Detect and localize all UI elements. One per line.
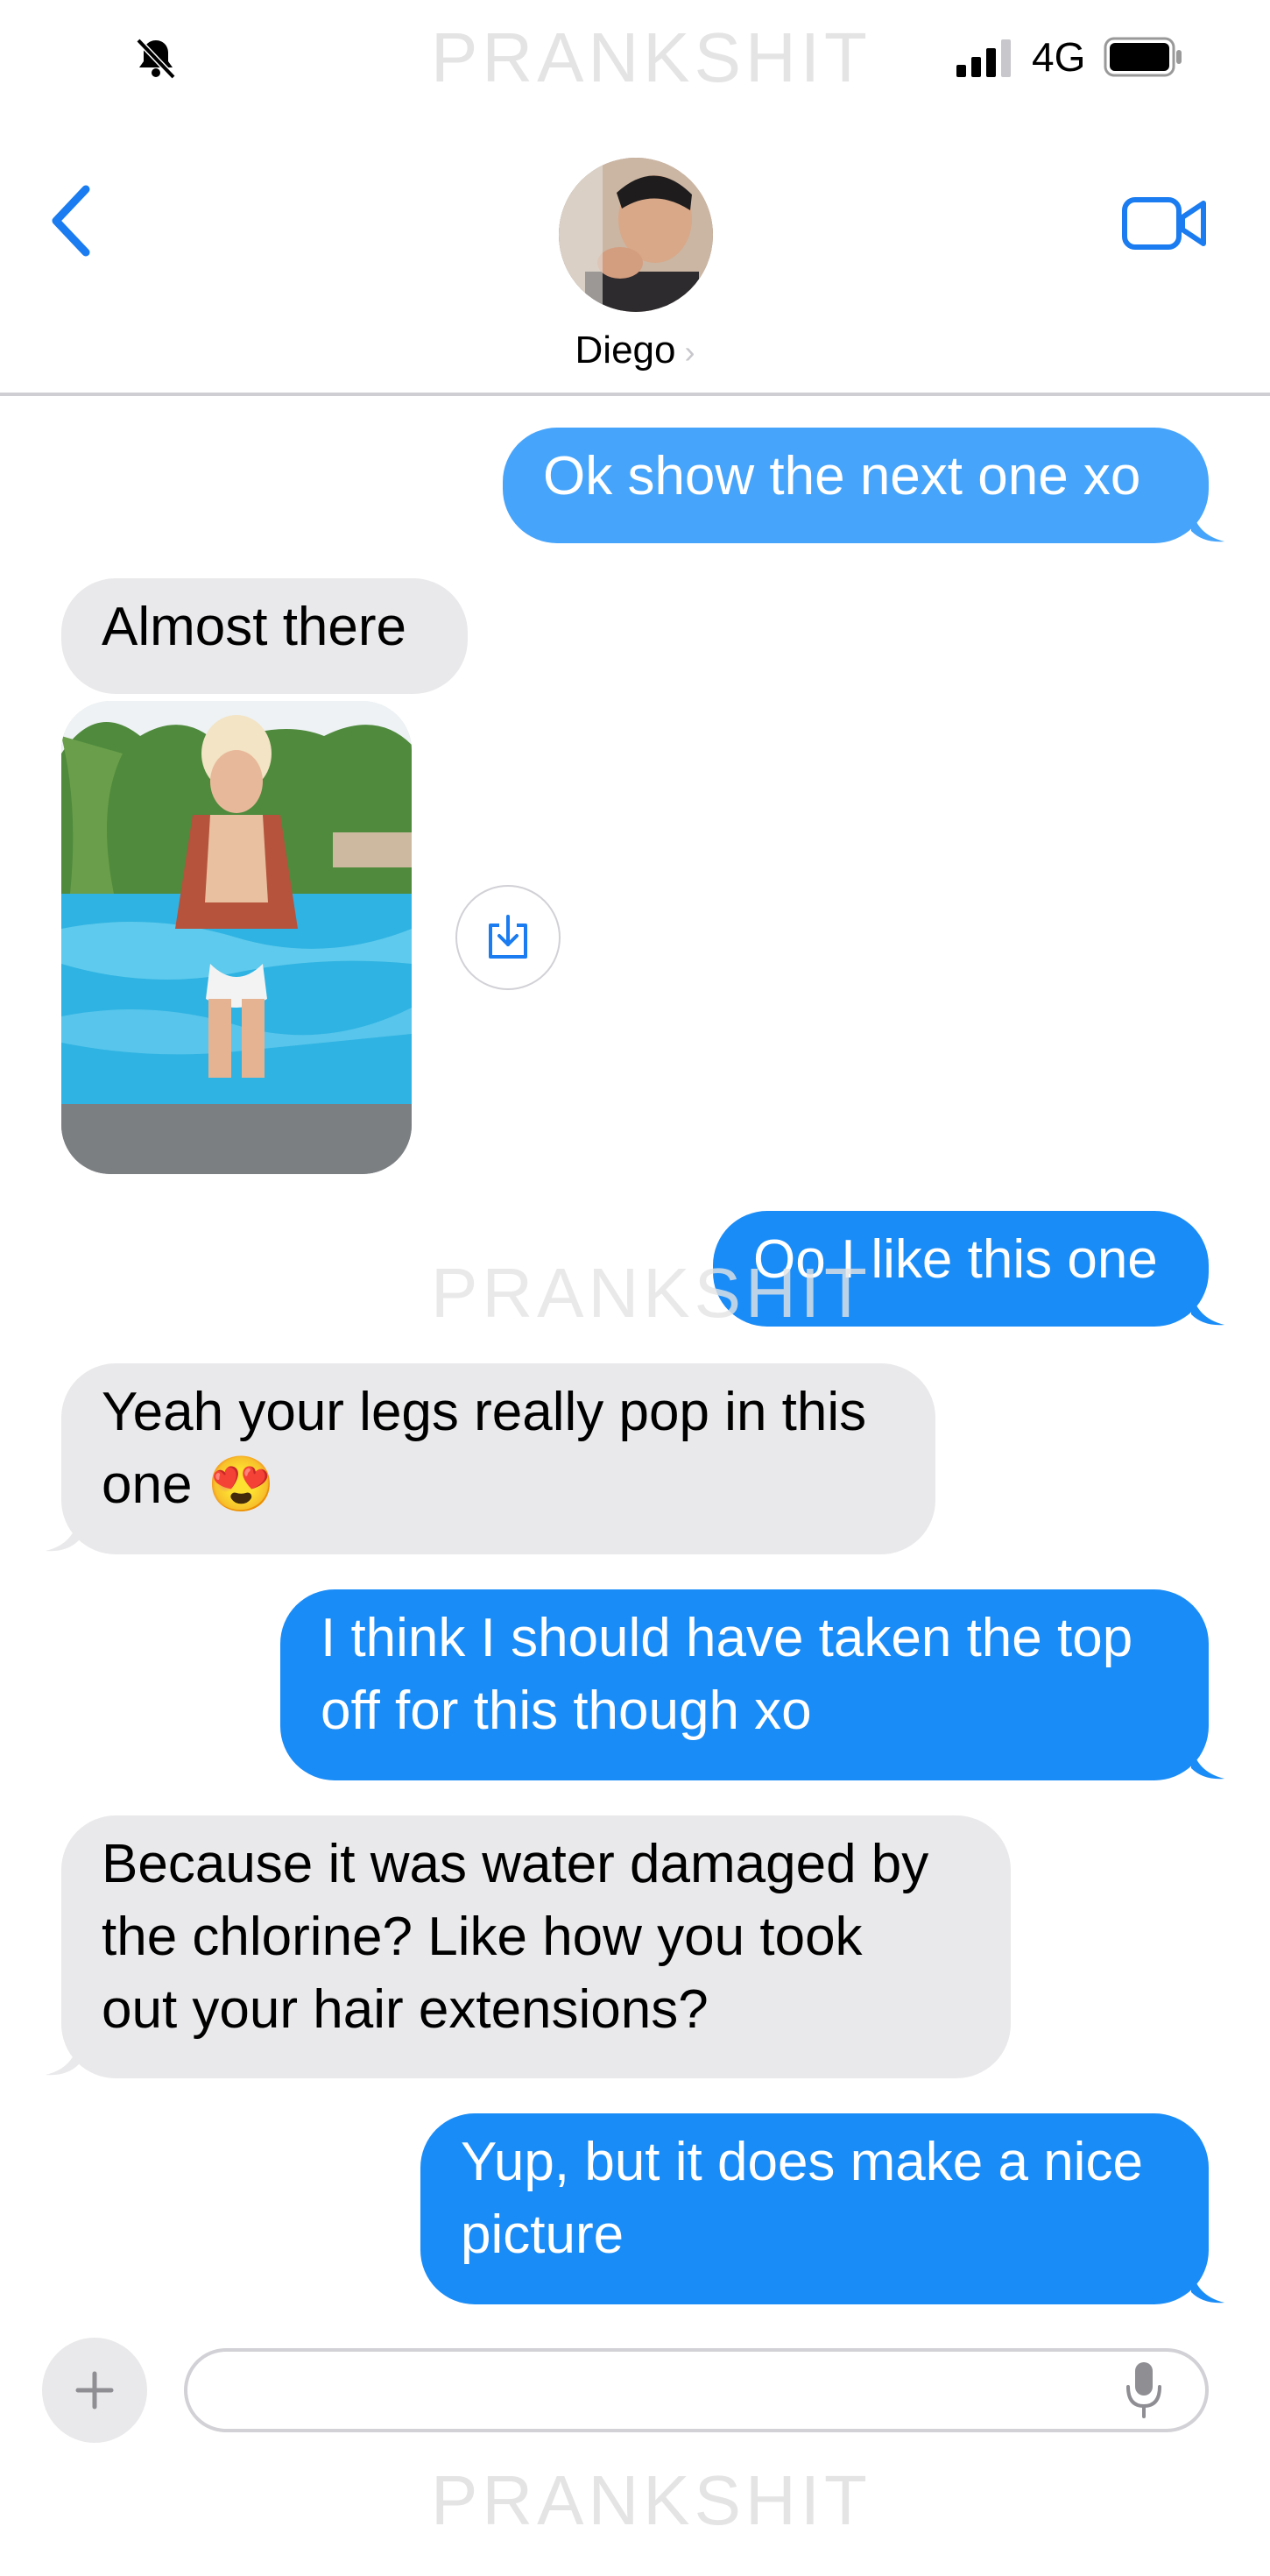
conversation-header: Diego ›: [0, 114, 1270, 396]
bell-slash-icon: [136, 38, 176, 80]
watermark-top: PRANKSHIT: [431, 18, 871, 96]
message-bubble-received[interactable]: Because it was water damaged by the chlo…: [61, 1815, 1011, 2078]
message-bubble-sent[interactable]: Yup, but it does make a nice picture: [420, 2113, 1209, 2304]
avatar[interactable]: [559, 158, 713, 312]
bubble-tail: [1191, 2266, 1224, 2304]
signal-icon: [956, 39, 1011, 77]
message-bubble-received[interactable]: Almost there: [61, 578, 468, 694]
save-download-icon: [489, 915, 527, 959]
back-chevron-icon[interactable]: [49, 184, 93, 258]
save-photo-button[interactable]: [455, 885, 561, 990]
video-camera-icon[interactable]: [1121, 195, 1209, 252]
bubble-tail: [46, 2038, 79, 2076]
watermark-middle: PRANKSHIT: [431, 1254, 871, 1332]
microphone-icon[interactable]: [1125, 2360, 1163, 2420]
bubble-tail: [1191, 505, 1224, 542]
bubble-tail: [1191, 1742, 1224, 1780]
status-bar: PRANKSHIT 4G: [0, 0, 1270, 114]
photo-attachment[interactable]: [61, 701, 412, 1174]
message-bubble-received[interactable]: Yeah your legs really pop in this one 😍: [61, 1363, 935, 1554]
watermark-bottom: PRANKSHIT: [431, 2461, 871, 2539]
bubble-tail: [1191, 1288, 1224, 1326]
message-bubble-sent[interactable]: I think I should have taken the top off …: [280, 1589, 1209, 1780]
message-bubble-sent[interactable]: Ok show the next one xo: [503, 428, 1209, 543]
chevron-right-icon: ›: [684, 334, 695, 370]
add-attachment-button[interactable]: [42, 2338, 147, 2443]
contact-name-label: Diego: [575, 329, 676, 372]
bubble-tail: [46, 1514, 79, 1552]
contact-name[interactable]: Diego ›: [0, 329, 1270, 372]
battery-icon: [1104, 37, 1182, 77]
message-input[interactable]: [184, 2348, 1209, 2432]
network-type: 4G: [1032, 34, 1086, 80]
plus-icon: [75, 2371, 114, 2410]
